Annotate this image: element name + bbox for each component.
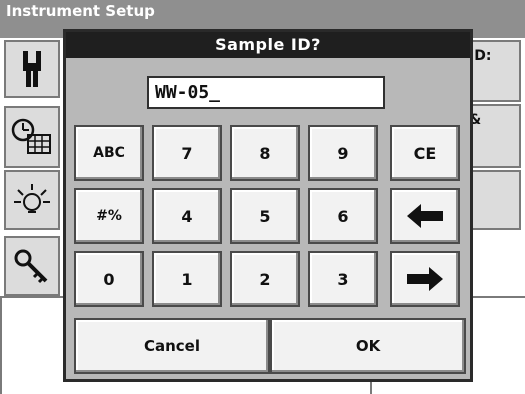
key-9[interactable]: 9 xyxy=(308,125,378,181)
key-icon[interactable] xyxy=(4,236,60,296)
key-abc[interactable]: ABC xyxy=(74,125,144,181)
key-ce[interactable]: CE xyxy=(390,125,460,181)
key-6[interactable]: 6 xyxy=(308,188,378,244)
lamp-icon[interactable] xyxy=(4,170,60,230)
sample-id-input[interactable]: WW-05_ xyxy=(147,76,385,109)
key-5[interactable]: 5 xyxy=(230,188,300,244)
arrow-right-icon xyxy=(407,267,443,291)
tools-icon[interactable] xyxy=(4,40,60,98)
clock-calendar-icon[interactable] xyxy=(4,106,60,168)
key-symbols[interactable]: #% xyxy=(74,188,144,244)
sample-id-dialog: Sample ID? WW-05_ ABC 7 8 9 CE #% 4 5 6 … xyxy=(63,29,473,382)
key-0[interactable]: 0 xyxy=(74,251,144,307)
ok-button[interactable]: OK xyxy=(270,318,466,374)
key-7[interactable]: 7 xyxy=(152,125,222,181)
key-1[interactable]: 1 xyxy=(152,251,222,307)
key-cursor-right[interactable] xyxy=(390,251,460,307)
key-3[interactable]: 3 xyxy=(308,251,378,307)
cancel-button[interactable]: Cancel xyxy=(74,318,270,374)
key-4[interactable]: 4 xyxy=(152,188,222,244)
key-8[interactable]: 8 xyxy=(230,125,300,181)
key-backspace[interactable] xyxy=(390,188,460,244)
divider xyxy=(0,296,2,394)
dialog-title: Sample ID? xyxy=(66,32,470,58)
key-2[interactable]: 2 xyxy=(230,251,300,307)
arrow-left-icon xyxy=(407,204,443,228)
